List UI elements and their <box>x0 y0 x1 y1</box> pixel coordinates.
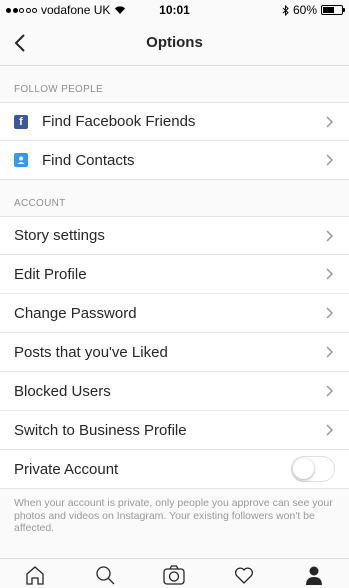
tab-home[interactable] <box>22 564 48 588</box>
switch-business-profile-row[interactable]: Switch to Business Profile <box>0 411 349 450</box>
page-title: Options <box>146 34 203 51</box>
toggle-knob <box>293 458 314 479</box>
camera-icon <box>163 565 186 585</box>
profile-icon <box>306 566 323 585</box>
contacts-icon <box>14 153 28 167</box>
private-account-toggle[interactable] <box>291 456 335 482</box>
row-label: Find Facebook Friends <box>42 113 196 130</box>
status-time: 10:01 <box>159 3 190 17</box>
row-label: Blocked Users <box>14 382 111 400</box>
private-account-row: Private Account <box>0 450 349 489</box>
carrier-name: vodafone UK <box>41 3 111 17</box>
row-label: Posts that you've Liked <box>14 343 168 361</box>
chevron-right-icon <box>326 229 334 242</box>
story-settings-row[interactable]: Story settings <box>0 216 349 255</box>
search-icon <box>96 566 115 585</box>
section-header-follow-people: FOLLOW PEOPLE <box>14 84 103 95</box>
facebook-icon: f <box>14 114 28 129</box>
home-icon <box>26 566 44 585</box>
chevron-right-icon <box>326 268 334 280</box>
blocked-users-row[interactable]: Blocked Users <box>0 372 349 411</box>
row-label: Edit Profile <box>14 265 87 283</box>
row-label: Switch to Business Profile <box>14 421 187 439</box>
tab-camera[interactable] <box>161 564 187 588</box>
tab-bar <box>0 558 349 588</box>
chevron-right-icon <box>326 385 334 397</box>
account-section: ACCOUNT Story settings Edit Profile Chan… <box>0 180 349 547</box>
battery-level <box>323 7 334 13</box>
edit-profile-row[interactable]: Edit Profile <box>0 255 349 294</box>
row-label: Private Account <box>14 460 119 478</box>
back-chevron-icon[interactable] <box>10 32 32 54</box>
status-left: vodafone UK <box>6 3 126 17</box>
section-header-account: ACCOUNT <box>14 198 66 209</box>
private-account-note: When your account is private, only peopl… <box>14 497 333 534</box>
row-label: Story settings <box>14 227 105 244</box>
status-right: 60% <box>282 3 345 17</box>
posts-liked-row[interactable]: Posts that you've Liked <box>0 333 349 372</box>
find-contacts-row[interactable]: Find Contacts <box>0 141 349 180</box>
nav-header: Options <box>0 20 349 66</box>
chevron-right-icon <box>326 424 334 436</box>
chevron-right-icon <box>326 115 334 128</box>
heart-icon <box>235 567 254 584</box>
bluetooth-icon <box>282 4 289 16</box>
chevron-right-icon <box>326 346 334 358</box>
signal-strength-icon <box>6 7 37 13</box>
tab-search[interactable] <box>92 564 118 588</box>
row-label: Change Password <box>14 304 137 322</box>
battery-percent: 60% <box>292 3 317 17</box>
row-label: Find Contacts <box>42 151 135 169</box>
change-password-row[interactable]: Change Password <box>0 294 349 333</box>
wifi-icon <box>115 6 126 14</box>
chevron-right-icon <box>326 154 334 166</box>
tab-profile[interactable] <box>301 564 327 588</box>
status-bar: vodafone UK 10:01 60% <box>0 0 349 20</box>
battery-icon <box>321 5 345 15</box>
follow-people-section: FOLLOW PEOPLE f Find Facebook Friends Fi… <box>0 66 349 180</box>
tab-activity[interactable] <box>231 564 257 588</box>
chevron-right-icon <box>326 307 334 319</box>
find-facebook-friends-row[interactable]: f Find Facebook Friends <box>0 102 349 141</box>
